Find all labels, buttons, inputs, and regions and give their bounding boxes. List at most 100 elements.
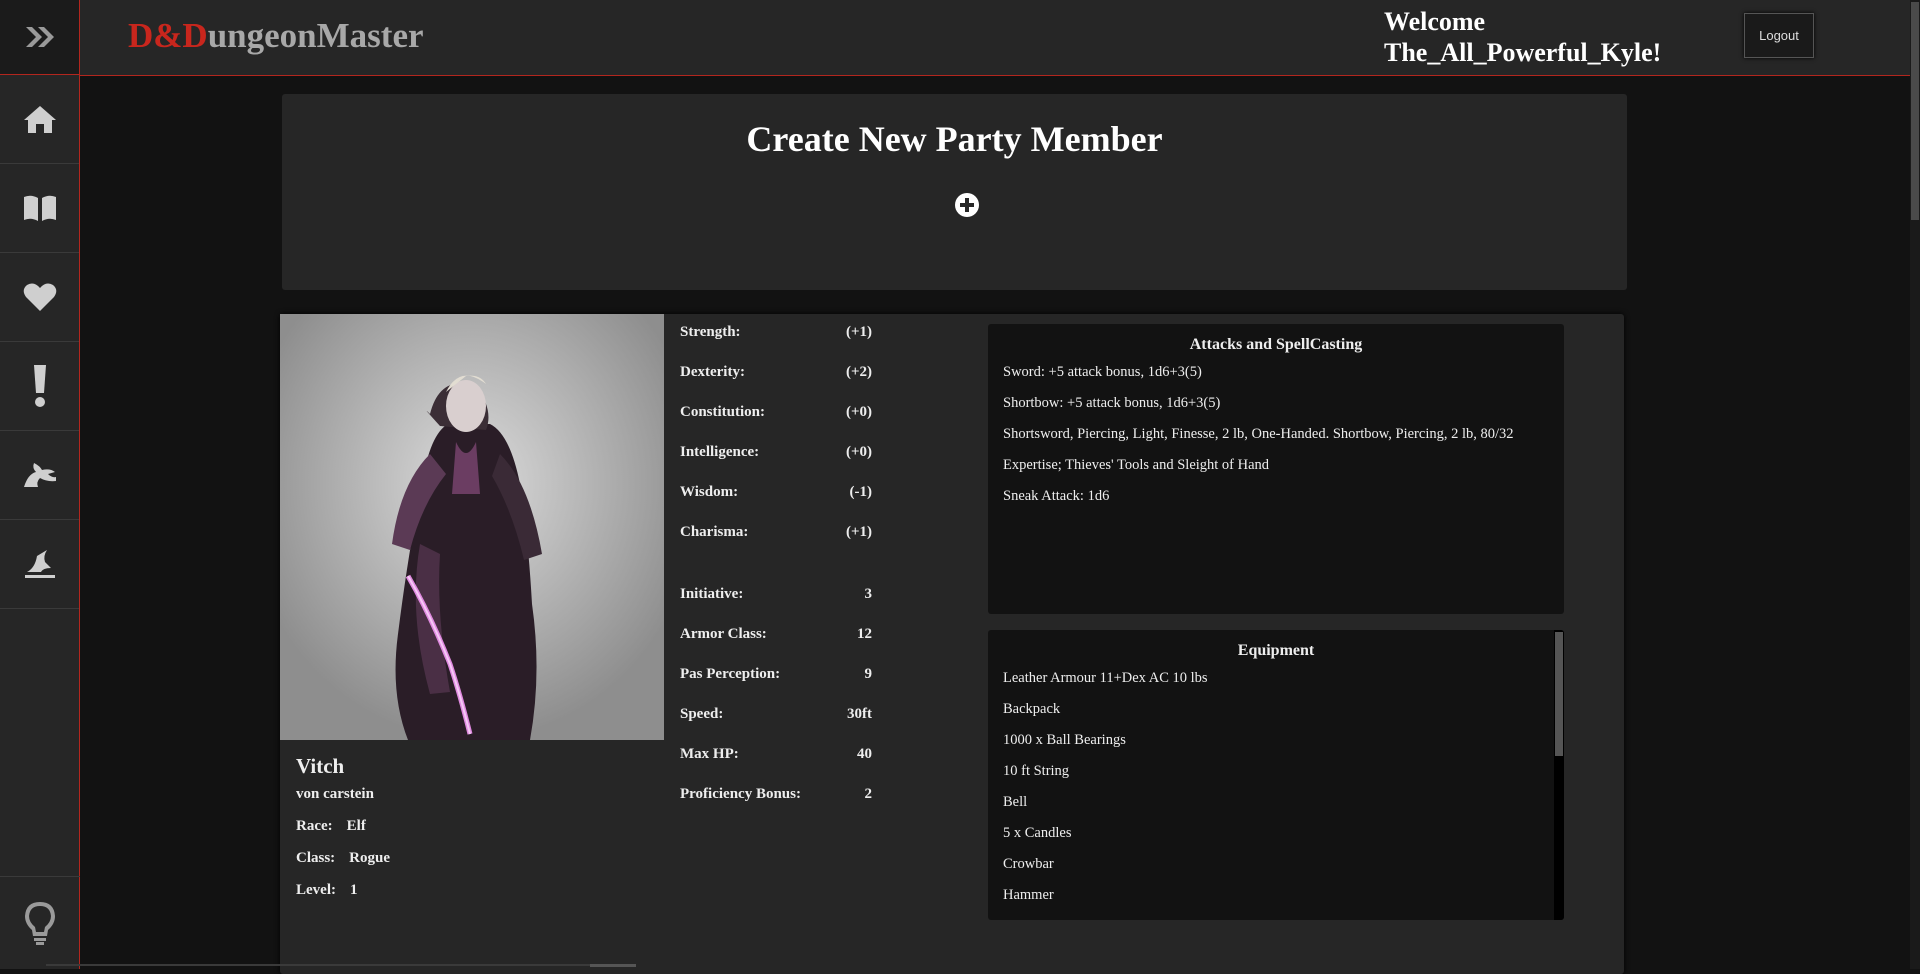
sidebar-item-rules[interactable] (0, 164, 79, 253)
wizard-hat-icon (24, 550, 55, 578)
stat-speed: Speed: 30ft (680, 706, 872, 723)
sidebar-item-spells[interactable] (0, 520, 79, 609)
attack-line: Shortbow: +5 attack bonus, 1d6+3(5) (1003, 395, 1221, 411)
stat-label: Proficiency Bonus: (680, 786, 801, 802)
class-row: Class: Rogue (296, 850, 390, 867)
stat-intelligence: Intelligence: (+0) (680, 444, 872, 461)
stat-label: Armor Class: (680, 626, 767, 642)
sidebar-item-tips[interactable] (0, 876, 80, 969)
welcome-line: Welcome (1384, 7, 1486, 36)
app-logo[interactable]: D&DungeonMaster (128, 16, 424, 56)
stat-value: 2 (864, 786, 873, 802)
stat-value: 12 (857, 626, 872, 642)
stat-value: (+0) (845, 404, 872, 420)
equipment-scrollbar[interactable] (1554, 630, 1564, 920)
stat-wisdom: Wisdom: (-1) (680, 484, 872, 501)
top-bar: D&DungeonMaster Welcome The_All_Powerful… (80, 0, 1920, 76)
attack-line: Expertise; Thieves' Tools and Sleight of… (1003, 457, 1270, 473)
stat-constitution: Constitution: (+0) (680, 404, 872, 421)
page-scrollbar[interactable] (1910, 0, 1920, 969)
stat-armor-class: Armor Class: 12 (680, 626, 872, 643)
double-chevron-right-icon (25, 27, 54, 47)
character-portrait (280, 314, 664, 740)
portrait-figure (280, 314, 664, 740)
equipment-item: Bell (1003, 794, 1028, 810)
stat-label: Max HP: (680, 746, 739, 762)
equipment-item: Hammer (1003, 887, 1054, 903)
character-card: Vitch von carstein Race: Elf Class: Rogue … (280, 314, 1624, 974)
stat-proficiency-bonus: Proficiency Bonus: 2 (680, 786, 872, 803)
plus-circle-icon[interactable] (954, 192, 980, 218)
sidebar-item-health[interactable] (0, 253, 79, 342)
race-label: Race: (296, 818, 333, 834)
stat-value: (+1) (845, 524, 872, 540)
stat-passive-perception: Pas Perception: 9 (680, 666, 872, 683)
stat-label: Pas Perception: (680, 666, 781, 682)
heart-icon (23, 283, 56, 311)
race-value: Elf (346, 818, 366, 834)
equipment-scroll-thumb[interactable] (1555, 632, 1563, 756)
exclamation-icon (33, 365, 46, 407)
equipment-panel: Equipment Leather Armour 11+Dex AC 10 lb… (988, 630, 1564, 920)
equipment-item: 5 x Candles (1003, 825, 1072, 841)
character-name: Vitch (296, 754, 345, 778)
home-icon (23, 106, 56, 133)
sidebar-toggle[interactable] (0, 0, 79, 75)
stat-label: Wisdom: (680, 484, 739, 500)
level-row: Level: 1 (296, 882, 357, 899)
attacks-title: Attacks and SpellCasting (1189, 336, 1363, 353)
sidebar-item-alerts[interactable] (0, 342, 79, 431)
create-title: Create New Party Member (746, 119, 1163, 159)
stat-label: Charisma: (680, 524, 749, 540)
equipment-item: Leather Armour 11+Dex AC 10 lbs (1003, 670, 1208, 686)
stat-label: Dexterity: (680, 364, 745, 380)
stat-initiative: Initiative: 3 (680, 586, 872, 603)
sidebar-item-monsters[interactable] (0, 431, 79, 520)
stat-value: 3 (864, 586, 873, 602)
stat-label: Strength: (680, 324, 741, 340)
book-icon (23, 195, 56, 221)
stat-label: Speed: (680, 706, 724, 722)
monster-icon (23, 463, 56, 487)
logo-prefix: D&D (128, 16, 208, 55)
logout-button[interactable]: Logout (1744, 13, 1814, 58)
username: The_All_Powerful_Kyle! (1384, 38, 1662, 67)
sidebar-item-home[interactable] (0, 75, 79, 164)
stat-label: Intelligence: (680, 444, 760, 460)
stat-dexterity: Dexterity: (+2) (680, 364, 872, 381)
equipment-item: Backpack (1003, 701, 1061, 717)
equipment-item: Crowbar (1003, 856, 1054, 872)
stat-value: (+0) (845, 444, 872, 460)
equipment-item: 1000 x Ball Bearings (1003, 732, 1126, 748)
horizontal-scroll-thumb[interactable] (590, 964, 636, 967)
equipment-title: Equipment (1237, 642, 1315, 659)
equipment-item: 10 ft String (1003, 763, 1070, 779)
stat-value: 30ft (847, 706, 872, 722)
attack-line: Sword: +5 attack bonus, 1d6+3(5) (1003, 364, 1202, 380)
class-label: Class: (296, 850, 336, 866)
level-value: 1 (349, 882, 358, 898)
stat-value: (-1) (849, 484, 873, 500)
stat-value: (+1) (845, 324, 872, 340)
race-row: Race: Elf (296, 818, 366, 835)
create-party-member-panel: Create New Party Member (282, 94, 1627, 290)
stat-label: Constitution: (680, 404, 766, 420)
stat-value: 9 (864, 666, 873, 682)
welcome-message: Welcome The_All_Powerful_Kyle! (1384, 6, 1661, 68)
stat-strength: Strength: (+1) (680, 324, 872, 341)
stat-label: Initiative: (680, 586, 744, 602)
sidebar (0, 0, 80, 969)
lightbulb-icon (25, 902, 55, 945)
stat-value: (+2) (845, 364, 872, 380)
character-surname: von carstein (296, 786, 374, 802)
stat-charisma: Charisma: (+1) (680, 524, 872, 541)
attack-line: Sneak Attack: 1d6 (1003, 488, 1110, 504)
horizontal-scrollbar[interactable] (46, 964, 626, 966)
attacks-panel: Attacks and SpellCasting Sword: +5 attac… (988, 324, 1564, 614)
page-scroll-thumb[interactable] (1911, 2, 1919, 220)
level-label: Level: (296, 882, 336, 898)
logo-suffix: ungeonMaster (207, 16, 424, 55)
attack-line: Shortsword, Piercing, Light, Finesse, 2 … (1003, 426, 1514, 442)
class-value: Rogue (349, 850, 391, 866)
stat-max-hp: Max HP: 40 (680, 746, 872, 763)
